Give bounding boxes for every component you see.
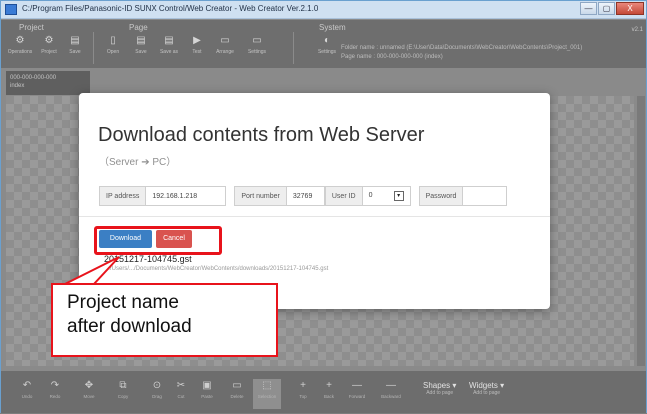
annotation-callout: Project name after download: [51, 283, 278, 357]
annotation-text: Project name after download: [67, 291, 192, 339]
app-window: C:/Program Files/Panasonic-ID SUNX Contr…: [0, 0, 647, 413]
annotation-line-2: after download: [67, 316, 192, 337]
annotation-line-1: Project name: [67, 292, 179, 313]
